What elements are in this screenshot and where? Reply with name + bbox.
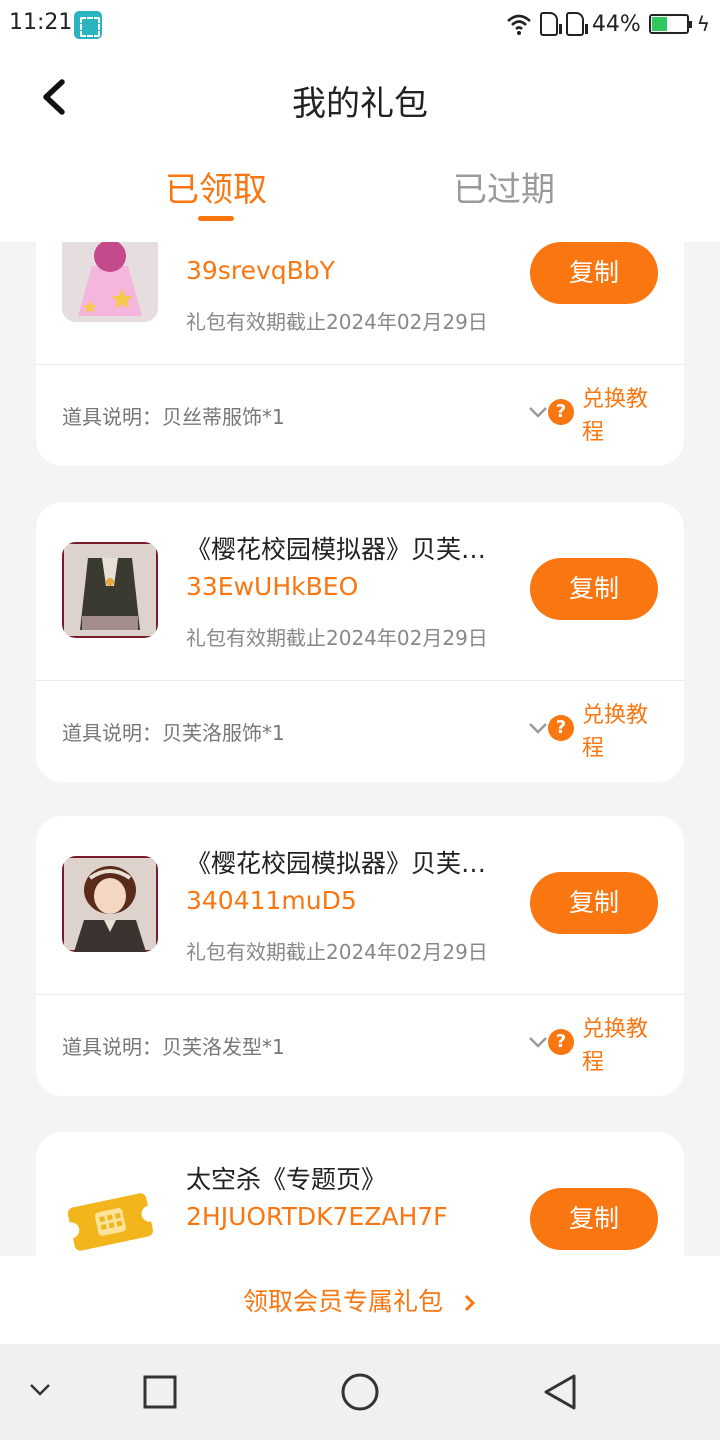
chevron-right-icon — [464, 1294, 476, 1312]
gift-code[interactable]: 340411muD5 — [186, 886, 357, 915]
game-name: 《樱花校园模拟器》贝芙… — [186, 849, 487, 878]
redeem-tutorial-link[interactable]: 兑换教程 — [582, 1013, 650, 1079]
chevron-down-icon[interactable] — [528, 405, 548, 419]
ticket-icon — [62, 1172, 158, 1256]
chevron-down-icon[interactable] — [528, 1035, 548, 1049]
member-gift-bar: 领取会员专属礼包 — [0, 1256, 720, 1344]
charging-icon: ϟ — [696, 12, 710, 36]
back-nav-icon[interactable] — [542, 1372, 578, 1412]
expiry-date: 礼包有效期截止2024年02月29日 — [186, 940, 488, 964]
gift-card: 39srevqBbY 礼包有效期截止2024年02月29日 复制 道具说明：贝丝… — [36, 242, 684, 466]
redeem-tutorial-link[interactable]: 兑换教程 — [582, 383, 650, 449]
item-description: 道具说明：贝芙洛服饰*1 — [62, 721, 285, 745]
expiry-date: 礼包有效期截止2024年02月29日 — [186, 310, 488, 334]
gift-card: 《樱花校园模拟器》贝芙… 340411muD5 礼包有效期截止2024年02月2… — [36, 816, 684, 1096]
item-description: 道具说明：贝芙洛发型*1 — [62, 1035, 285, 1059]
system-nav-bar — [0, 1344, 720, 1440]
page-title: 我的礼包 — [292, 84, 428, 124]
redeem-tutorial-link[interactable]: 兑换教程 — [582, 699, 650, 765]
game-thumbnail — [62, 856, 158, 952]
tab-expired[interactable]: 已过期 — [453, 162, 555, 211]
sim-signal-icon — [565, 12, 588, 36]
game-name: 《樱花校园模拟器》贝芙… — [186, 535, 487, 564]
help-icon[interactable]: ? — [548, 1029, 574, 1055]
gift-list[interactable]: 39srevqBbY 礼包有效期截止2024年02月29日 复制 道具说明：贝丝… — [0, 242, 720, 1256]
help-icon[interactable]: ? — [548, 399, 574, 425]
battery-percent: 44% — [591, 11, 641, 37]
battery-level — [651, 17, 667, 31]
battery-icon — [648, 14, 692, 34]
status-time: 11:21 — [9, 10, 73, 35]
gift-code[interactable]: 33EwUHkBEO — [186, 572, 358, 601]
copy-button[interactable]: 复制 — [530, 558, 658, 620]
game-name: 太空杀《专题页》 — [186, 1165, 387, 1194]
status-bar: 11:21 44% ϟ — [0, 0, 720, 50]
wifi-icon — [507, 14, 531, 35]
screenshot-scan-icon — [74, 11, 102, 39]
page-header: 我的礼包 已领取 已过期 — [0, 50, 720, 242]
active-tab-indicator — [198, 216, 234, 221]
gift-code[interactable]: 2HJUORTDK7EZAH7F — [186, 1202, 448, 1231]
status-icons: 44% ϟ — [506, 9, 710, 39]
recent-apps-icon[interactable] — [142, 1374, 178, 1410]
game-thumbnail — [62, 542, 158, 638]
gift-card: 太空杀《专题页》 2HJUORTDK7EZAH7F 复制 — [36, 1132, 684, 1256]
gift-code[interactable]: 39srevqBbY — [186, 256, 335, 285]
member-gift-link[interactable]: 领取会员专属礼包 — [0, 1282, 720, 1318]
game-thumbnail — [62, 242, 158, 322]
home-icon[interactable] — [340, 1372, 380, 1412]
expiry-date: 礼包有效期截止2024年02月29日 — [186, 626, 488, 650]
gift-card: 《樱花校园模拟器》贝芙… 33EwUHkBEO 礼包有效期截止2024年02月2… — [36, 502, 684, 782]
copy-button[interactable]: 复制 — [530, 872, 658, 934]
tab-claimed[interactable]: 已领取 — [165, 162, 267, 211]
sim-signal-icon — [539, 12, 562, 36]
copy-button[interactable]: 复制 — [530, 242, 658, 304]
copy-button[interactable]: 复制 — [530, 1188, 658, 1250]
chevron-down-icon[interactable] — [528, 721, 548, 735]
help-icon[interactable]: ? — [548, 715, 574, 741]
item-description: 道具说明：贝丝蒂服饰*1 — [62, 405, 285, 429]
hide-nav-icon[interactable] — [28, 1382, 52, 1398]
member-gift-label: 领取会员专属礼包 — [243, 1287, 444, 1316]
